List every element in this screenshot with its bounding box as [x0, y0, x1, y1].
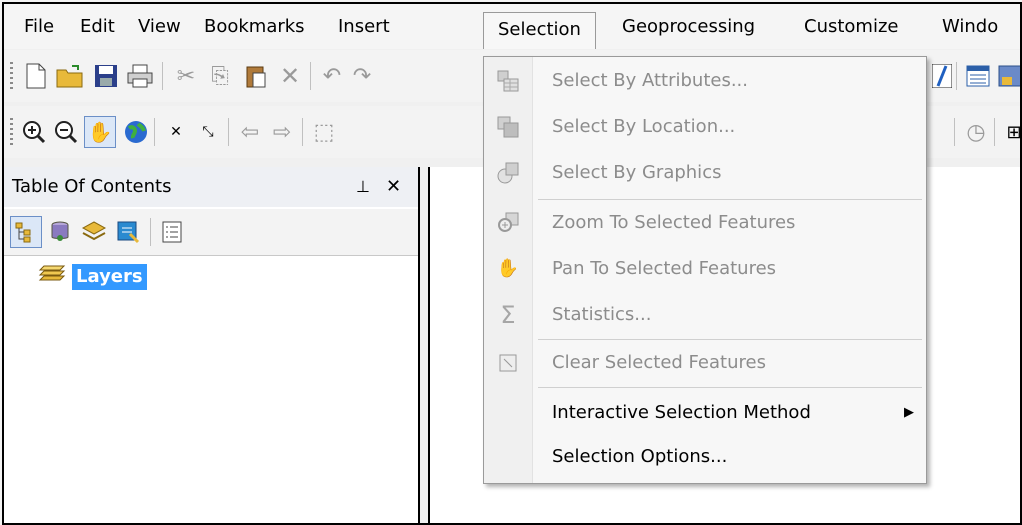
- layers-label: Layers: [72, 264, 147, 290]
- menu-view[interactable]: View: [124, 10, 195, 44]
- table-window-icon[interactable]: [962, 60, 994, 92]
- save-icon[interactable]: [90, 60, 122, 92]
- pin-icon[interactable]: ⊥: [356, 167, 370, 207]
- toolbar-separator: [994, 118, 995, 146]
- list-by-visibility-icon[interactable]: [78, 216, 110, 248]
- overview-icon[interactable]: ⊞: [998, 116, 1020, 148]
- pan-hand-icon[interactable]: ✋: [84, 116, 116, 148]
- forward-extent-icon[interactable]: ⇨: [266, 116, 298, 148]
- time-slider-icon[interactable]: ◷: [960, 116, 992, 148]
- menu-bookmarks[interactable]: Bookmarks: [190, 10, 319, 44]
- close-icon[interactable]: ✕: [386, 167, 401, 207]
- select-features-icon[interactable]: ⬚: [308, 116, 340, 148]
- toolbar-separator: [954, 118, 955, 146]
- menu-customize[interactable]: Customize: [790, 10, 912, 44]
- menu-select-by-graphics[interactable]: Select By Graphics: [484, 151, 926, 195]
- menu-bar: File Edit View Bookmarks Insert Selectio…: [4, 4, 1020, 49]
- menu-selection[interactable]: Selection: [483, 12, 596, 49]
- menu-select-by-attributes[interactable]: Select By Attributes...: [484, 59, 926, 103]
- toolbar-separator: [302, 118, 303, 146]
- menu-edit[interactable]: Edit: [66, 10, 129, 44]
- toc-title: Table Of Contents: [12, 176, 172, 197]
- menu-windows[interactable]: Windo: [928, 10, 1012, 44]
- cut-icon[interactable]: ✂: [170, 60, 202, 92]
- select-by-graphics-icon: [494, 159, 522, 187]
- menu-pan-to-selected[interactable]: ✋ Pan To Selected Features: [484, 247, 926, 291]
- toolbar-separator: [310, 62, 311, 90]
- submenu-arrow-icon: ▶: [904, 405, 914, 420]
- sigma-icon: Σ: [500, 301, 516, 329]
- pan-to-selected-icon: ✋: [496, 258, 520, 279]
- fixed-zoom-out-icon[interactable]: ⤡: [192, 116, 224, 148]
- copy-icon[interactable]: ⎘: [204, 60, 236, 92]
- undo-icon[interactable]: ↶: [316, 60, 348, 92]
- select-by-attributes-icon: [494, 67, 522, 95]
- editor-toolbar-icon[interactable]: [926, 60, 958, 92]
- delete-icon[interactable]: ✕: [274, 60, 306, 92]
- toolbar-separator: [154, 118, 155, 146]
- open-folder-icon[interactable]: [54, 60, 86, 92]
- toolbar-grip[interactable]: [10, 62, 13, 90]
- toc-header: Table Of Contents ⊥ ✕: [4, 167, 418, 207]
- list-by-source-icon[interactable]: [44, 216, 76, 248]
- list-by-selection-icon[interactable]: [112, 216, 144, 248]
- zoom-to-selected-icon: [494, 209, 522, 237]
- arcmap-window: File Edit View Bookmarks Insert Selectio…: [2, 2, 1022, 525]
- zoom-out-icon[interactable]: [50, 116, 82, 148]
- print-icon[interactable]: [124, 60, 156, 92]
- menu-file[interactable]: File: [10, 10, 68, 44]
- menu-zoom-to-selected[interactable]: Zoom To Selected Features: [484, 201, 926, 245]
- catalog-window-icon[interactable]: [994, 60, 1020, 92]
- clear-selection-icon: [494, 349, 522, 377]
- new-document-icon[interactable]: [20, 60, 52, 92]
- back-extent-icon[interactable]: ⇦: [234, 116, 266, 148]
- menu-separator: [538, 339, 922, 340]
- menu-select-by-location[interactable]: Select By Location...: [484, 105, 926, 149]
- zoom-in-icon[interactable]: [18, 116, 50, 148]
- toolbar-separator: [228, 118, 229, 146]
- options-list-icon[interactable]: [156, 216, 188, 248]
- list-by-drawing-order-icon[interactable]: [10, 216, 42, 248]
- fixed-zoom-in-icon[interactable]: ✕: [160, 116, 192, 148]
- menu-separator: [538, 387, 922, 388]
- full-extent-globe-icon[interactable]: [120, 116, 152, 148]
- table-of-contents-panel: Table Of Contents ⊥ ✕ Layers: [4, 167, 420, 523]
- menu-insert[interactable]: Insert: [324, 10, 404, 44]
- layers-stack-icon: [38, 264, 66, 291]
- menu-clear-selected[interactable]: Clear Selected Features: [484, 341, 926, 385]
- select-by-location-icon: [494, 113, 522, 141]
- paste-icon[interactable]: [240, 60, 272, 92]
- toolbar-separator: [956, 62, 957, 90]
- layers-data-frame[interactable]: Layers: [38, 263, 147, 291]
- menu-interactive-selection-method[interactable]: Interactive Selection Method ▶: [484, 391, 926, 435]
- menu-separator: [538, 199, 922, 200]
- toc-toolbar: [4, 209, 418, 256]
- toolbar-separator: [162, 62, 163, 90]
- menu-geoprocessing[interactable]: Geoprocessing: [608, 10, 769, 44]
- redo-icon[interactable]: ↷: [346, 60, 378, 92]
- menu-selection-options[interactable]: Selection Options...: [484, 435, 926, 479]
- toolbar-grip[interactable]: [10, 118, 13, 146]
- menu-statistics[interactable]: Σ Statistics...: [484, 293, 926, 337]
- toolbar-separator: [150, 218, 151, 246]
- toc-tree: Layers: [4, 257, 418, 523]
- selection-menu-dropdown: Select By Attributes... Select By Locati…: [483, 56, 927, 484]
